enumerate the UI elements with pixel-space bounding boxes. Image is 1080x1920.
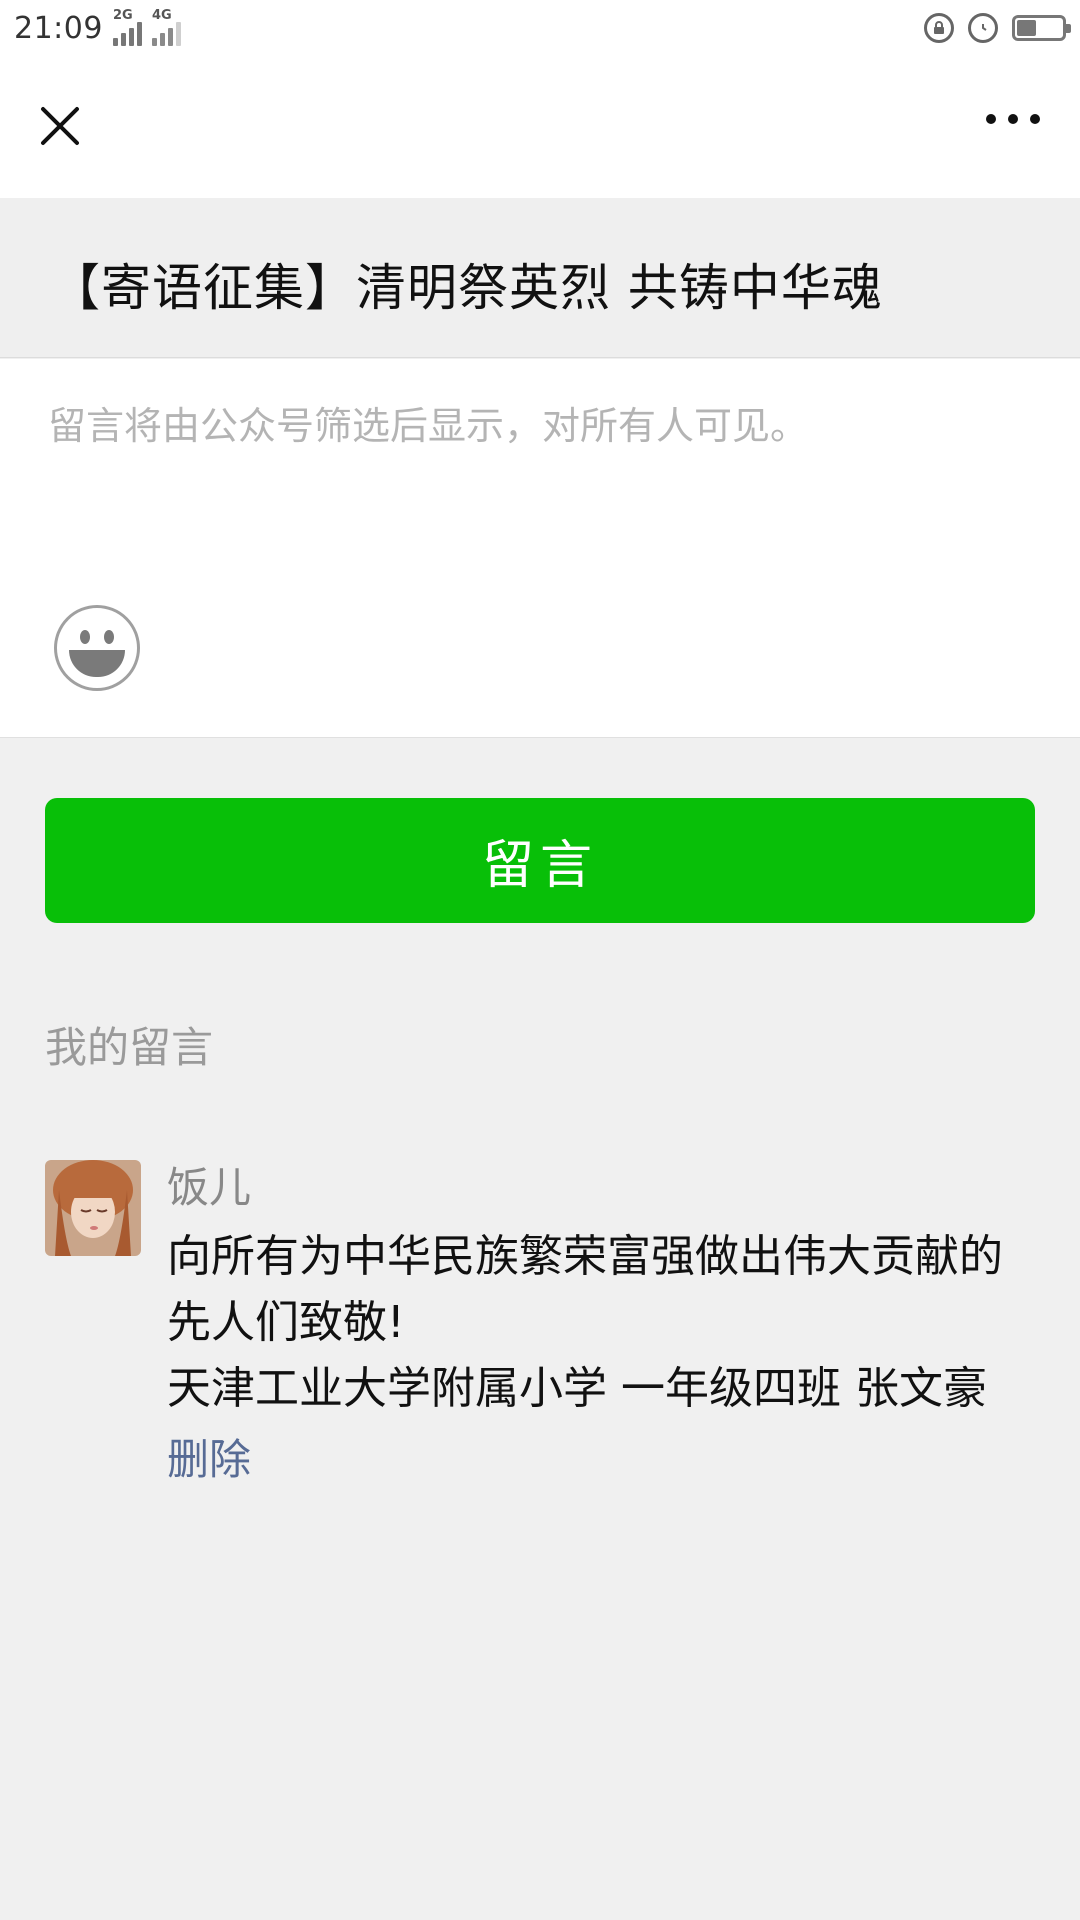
comment-text: 向所有为中华民族繁荣富强做出伟大贡献的先人们致敬! 天津工业大学附属小学 一年级… <box>167 1231 1003 1414</box>
submit-comment-button[interactable]: 留言 <box>45 798 1035 923</box>
sim2-network-tag: 4G <box>151 8 172 23</box>
status-time: 21:09 <box>14 10 103 46</box>
article-header: 【寄语征集】清明祭英烈 共铸中华魂 <box>0 198 1080 358</box>
emoji-icon[interactable] <box>54 605 140 691</box>
comment-body: 饭儿 向所有为中华民族繁荣富强做出伟大贡献的先人们致敬! 天津工业大学附属小学 … <box>167 1160 1035 1490</box>
sim1-network-tag: 2G <box>112 8 133 23</box>
status-bar: 21:09 2G 4G <box>0 0 1080 56</box>
comment-editor <box>0 359 1080 738</box>
battery-icon <box>1012 15 1071 41</box>
alarm-icon <box>968 13 998 43</box>
status-left: 21:09 2G 4G <box>14 8 181 46</box>
battery-level <box>1017 20 1036 36</box>
my-comments-label: 我的留言 <box>45 1023 214 1072</box>
avatar <box>45 1160 141 1256</box>
comment-input[interactable] <box>46 393 1040 577</box>
signal-sim2-icon: 4G <box>151 8 181 46</box>
more-icon[interactable] <box>986 114 1040 124</box>
status-right <box>924 13 1071 43</box>
article-title: 【寄语征集】清明祭英烈 共铸中华魂 <box>50 259 883 317</box>
rotation-lock-icon <box>924 13 954 43</box>
top-navbar <box>0 56 1080 198</box>
comment-author: 饭儿 <box>167 1163 252 1212</box>
close-icon[interactable] <box>30 96 90 156</box>
delete-comment-link[interactable]: 删除 <box>167 1430 1035 1490</box>
signal-sim1-icon: 2G <box>112 8 142 46</box>
